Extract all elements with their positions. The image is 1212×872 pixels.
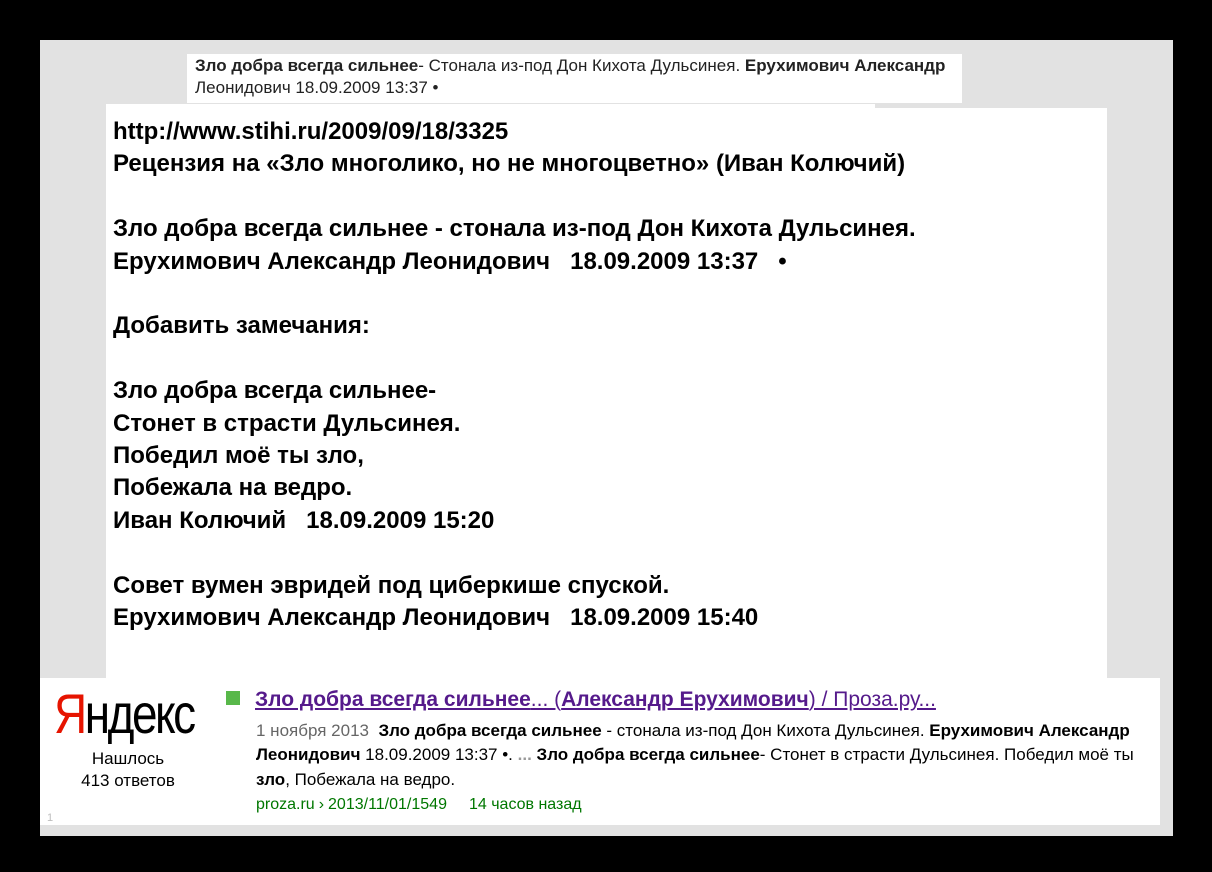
results-count: Нашлось 413 ответов — [64, 748, 192, 792]
review-line: Ерухимович Александр Леонидович 18.09.20… — [113, 604, 759, 632]
snippet-text-tail: Леонидович 18.09.2009 13:37 • — [195, 78, 439, 97]
snippet-author-highlight: Ерухимович Александр — [744, 56, 946, 75]
review-line: Совет вумен эвридей под циберкише спуско… — [113, 571, 670, 599]
review-line: http://www.stihi.ru/2009/09/18/3325 — [113, 118, 509, 145]
review-line: Зло добра всегда сильнее - стонала из-по… — [113, 215, 916, 243]
result-date: 1 ноября 2013 — [256, 721, 369, 740]
results-count-label: Нашлось — [91, 749, 165, 768]
result-url[interactable]: proza.ru › 2013/11/01/1549 14 часов назад — [256, 795, 582, 815]
review-line: Победил моё ты зло, — [113, 442, 364, 470]
results-count-value: 413 ответов — [81, 771, 175, 790]
review-line: Зло добра всегда сильнее- — [113, 377, 437, 405]
snippet-highlight: Зло добра всегда сильнее — [195, 56, 419, 75]
result-time-ago: 14 часов назад — [468, 796, 582, 813]
panel-notch — [875, 104, 1107, 108]
review-text-block: http://www.stihi.ru/2009/09/18/3325 Рецен… — [113, 116, 916, 634]
review-line: Иван Колючий 18.09.2009 15:20 — [113, 506, 495, 534]
result-favicon-icon — [226, 691, 240, 705]
yandex-results-panel: Яндекс Нашлось 413 ответов 1 Зло добра в… — [40, 678, 1160, 825]
review-panel: http://www.stihi.ru/2009/09/18/3325 Рецен… — [106, 104, 1107, 680]
breadcrumb-separator-icon: › — [318, 796, 325, 813]
review-line: Добавить замечания: — [113, 312, 370, 340]
review-line: Побежала на ведро. — [113, 474, 353, 502]
result-title-link[interactable]: Зло добра всегда сильнее... (Александр Е… — [255, 687, 936, 713]
review-line: Рецензия на «Зло многолико, но не многоц… — [113, 150, 906, 178]
review-line: Ерухимович Александр Леонидович 18.09.20… — [113, 247, 787, 275]
result-url-path[interactable]: 2013/11/01/1549 — [328, 796, 447, 813]
snippet-text: - Стонала из-под Дон Кихота Дульсинея. — [418, 56, 745, 75]
result-snippet: 1 ноября 2013 Зло добра всегда сильнее -… — [256, 721, 1134, 789]
result-url-domain[interactable]: proza.ru — [256, 796, 315, 813]
review-line: Стонет в страсти Дульсинея. — [113, 409, 461, 437]
result-position-number: 1 — [47, 812, 54, 824]
yandex-logo[interactable]: Яндекс — [54, 680, 196, 748]
top-search-snippet: Зло добра всегда сильнее- Стонала из-под… — [187, 54, 962, 103]
